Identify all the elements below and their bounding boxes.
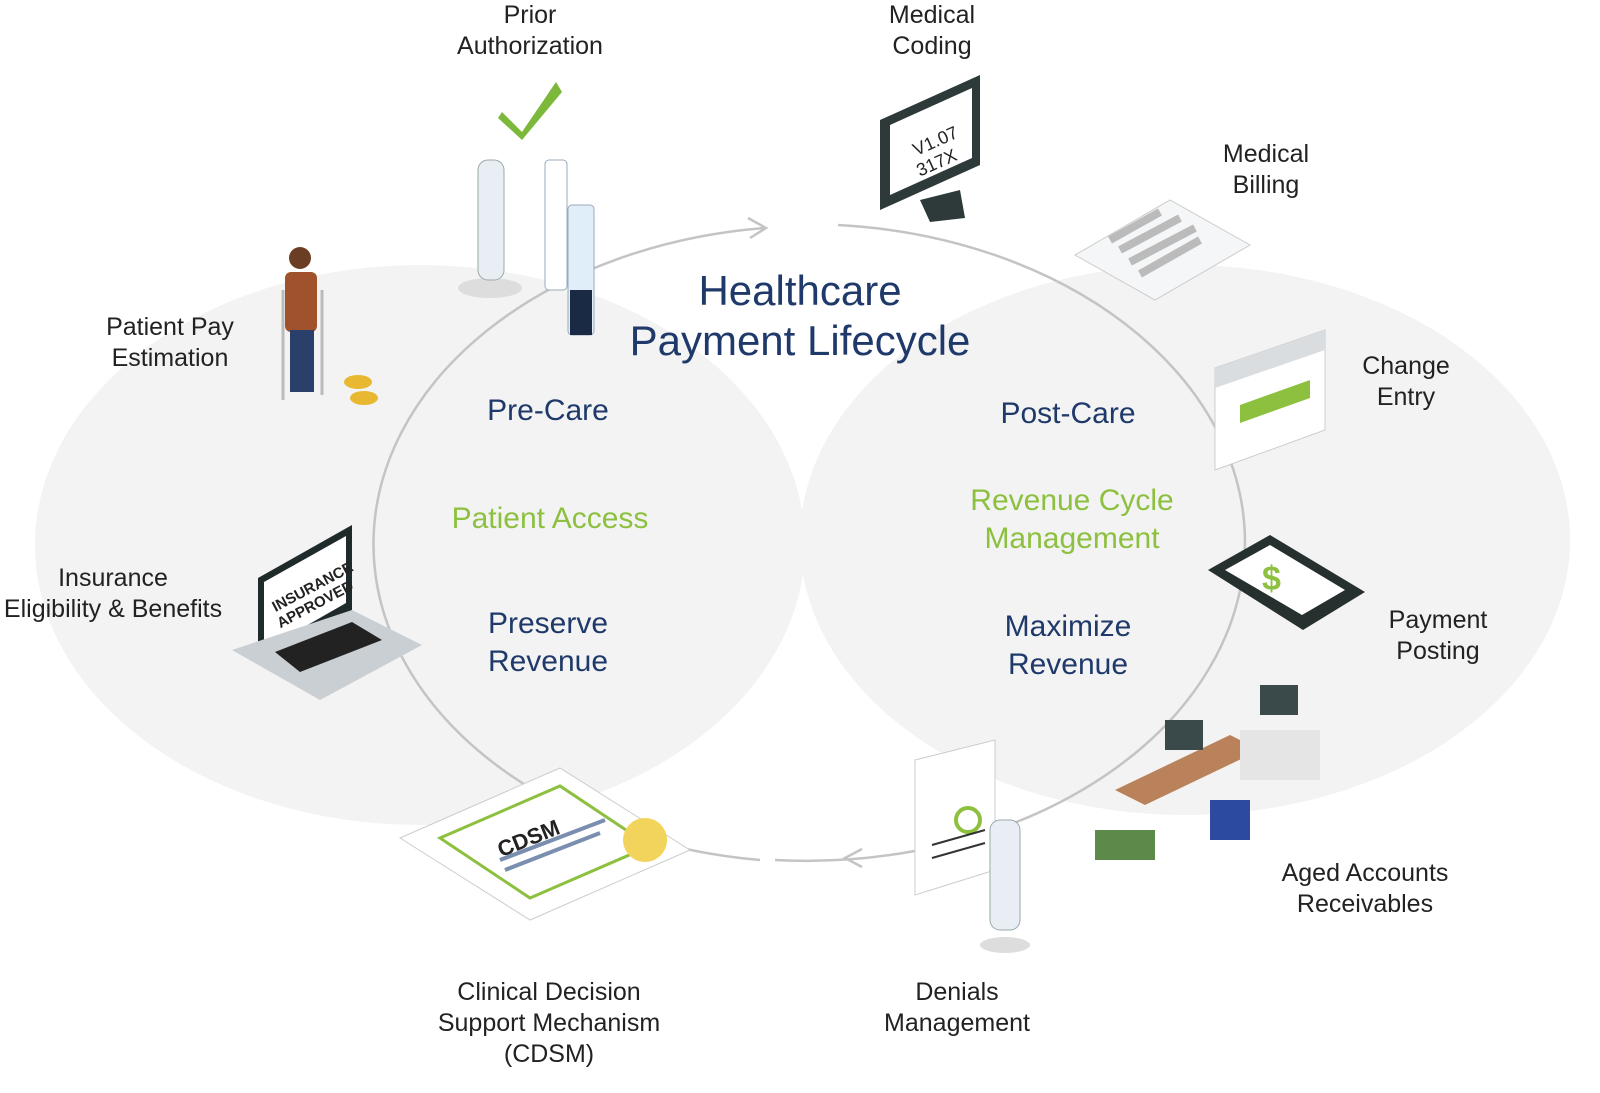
stage-insurance-eligibility: Insurance Eligibility & Benefits <box>3 564 223 623</box>
checkmark-icon <box>498 82 562 140</box>
svg-text:$: $ <box>1262 560 1281 598</box>
monitor-icon: V1.07 317X <box>880 75 980 222</box>
stage-prior-authorization: Prior Authorization <box>457 1 603 60</box>
stage-payment-posting: Payment Posting <box>1388 606 1488 665</box>
revenue-cycle-management-label: Revenue Cycle Management <box>970 484 1174 555</box>
preserve-revenue-label: Preserve Revenue <box>487 607 609 678</box>
lifecycle-diagram: V1.07 317X $ CDSM INSURANCE APPROVED <box>35 75 1570 953</box>
maximize-revenue-label: Maximize Revenue <box>1004 610 1132 681</box>
post-care-label: Post-Care <box>1000 397 1136 430</box>
stage-cdsm: Clinical Decision Support Mechanism (CDS… <box>437 978 661 1068</box>
stage-patient-pay-estimation: Patient Pay Estimation <box>106 313 234 372</box>
stage-aged-accounts-receivables: Aged Accounts Receivables <box>1281 859 1449 918</box>
stage-medical-billing: Medical Billing <box>1222 140 1310 199</box>
stage-medical-coding: Medical Coding <box>888 1 976 60</box>
pre-care-label: Pre-Care <box>487 394 609 427</box>
diagram-title: Healthcare Payment Lifecycle <box>629 267 971 364</box>
stage-change-entry: Change Entry <box>1362 352 1450 411</box>
stage-denials-management: Denials Management <box>884 978 1030 1037</box>
patient-access-label: Patient Access <box>451 502 649 535</box>
